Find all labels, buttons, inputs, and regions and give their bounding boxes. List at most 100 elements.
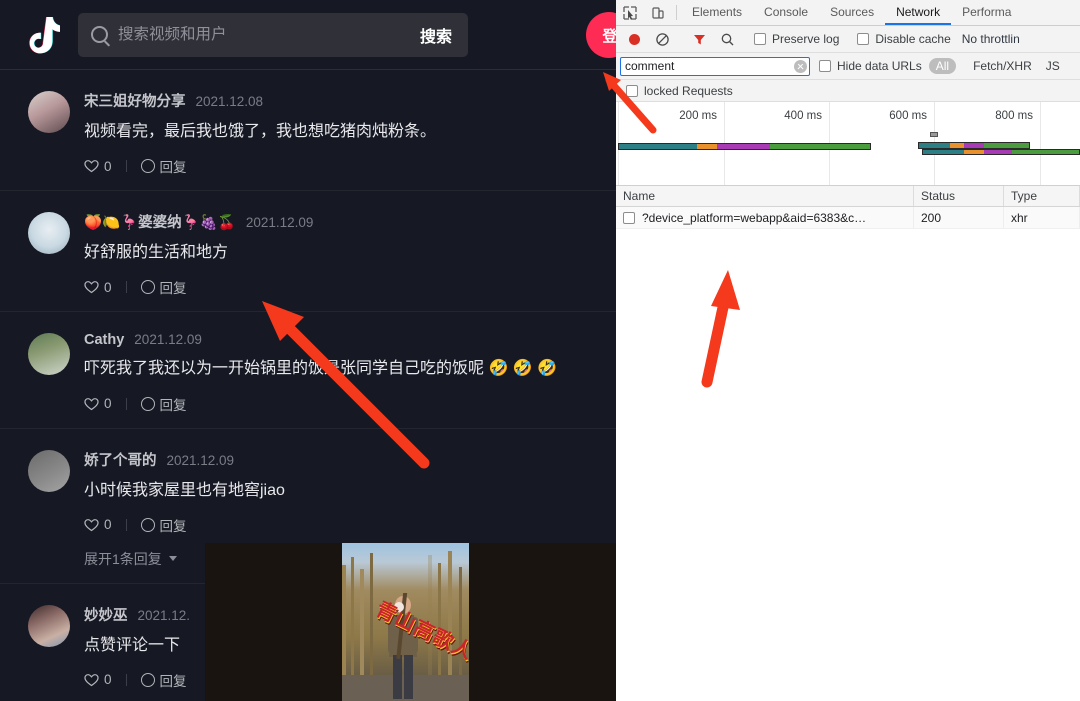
devtools-tabbar: Elements Console Sources Network Perform… (616, 0, 1080, 26)
disable-cache-box[interactable] (857, 33, 870, 45)
hide-data-urls-box[interactable] (819, 60, 831, 72)
reply-button[interactable]: 回复 (140, 156, 187, 176)
request-status: 200 (914, 207, 1004, 228)
avatar[interactable] (28, 333, 70, 376)
expand-replies-label: 展开1条回复 (84, 550, 162, 567)
reply-label: 回复 (159, 518, 187, 534)
throttling-select[interactable]: No throttlin (962, 32, 1020, 46)
login-button[interactable]: 登 (586, 12, 616, 58)
search-button[interactable]: 搜索 (418, 23, 454, 47)
like-button[interactable]: 0 (84, 396, 112, 411)
timeline-bar-3 (922, 149, 1080, 155)
clear-icon[interactable] (648, 32, 676, 46)
avatar[interactable] (28, 91, 70, 133)
reply-button[interactable]: 回复 (140, 277, 187, 297)
device-toolbar-icon[interactable] (644, 0, 672, 25)
tab-sources[interactable]: Sources (819, 0, 885, 25)
comment-body: 🍑🍋🦩婆婆纳🦩🍇🍒 2021.12.09 好舒服的生活和地方 0 回复 (84, 211, 600, 297)
tab-console[interactable]: Console (753, 0, 819, 25)
blocked-requests-checkbox[interactable]: locked Requests (626, 84, 733, 98)
blocked-requests-box[interactable] (626, 84, 638, 97)
comment-author[interactable]: 🍑🍋🦩婆婆纳🦩🍇🍒 (84, 211, 236, 232)
heart-icon (84, 281, 99, 294)
heart-icon (84, 160, 99, 173)
network-toolbar: Preserve log Disable cache No throttlin (616, 26, 1080, 53)
comment-body: 宋三姐好物分享 2021.12.08 视频看完，最后我也饿了，我也想吃猪肉炖粉条。 0… (84, 90, 600, 176)
filter-type-js[interactable]: JS (1039, 58, 1067, 74)
action-divider (125, 160, 127, 173)
hide-data-urls-checkbox[interactable]: Hide data URLs (819, 59, 922, 73)
douyin-header: 搜索 登 (0, 0, 616, 70)
disable-cache-checkbox[interactable]: Disable cache (857, 32, 951, 46)
like-button[interactable]: 0 (84, 280, 112, 295)
reply-button[interactable]: 回复 (140, 394, 187, 414)
reply-label: 回复 (159, 281, 187, 297)
filter-funnel-icon[interactable] (685, 33, 713, 46)
like-button[interactable]: 0 (84, 159, 112, 174)
like-button[interactable]: 0 (84, 517, 112, 532)
timeline-bar-2 (918, 142, 1030, 149)
douyin-logo-icon[interactable] (20, 12, 64, 58)
preserve-log-checkbox[interactable]: Preserve log (754, 32, 839, 46)
search-bar[interactable]: 搜索 (78, 12, 468, 57)
comment-date: 2021.12. (137, 607, 191, 623)
tab-elements[interactable]: Elements (681, 0, 753, 25)
reply-label: 回复 (159, 673, 187, 689)
row-checkbox[interactable] (623, 211, 635, 224)
preserve-log-box[interactable] (754, 33, 766, 45)
filter-input[interactable] (625, 59, 794, 73)
search-input[interactable] (118, 25, 418, 44)
comment-bubble-icon (140, 396, 155, 411)
comment-text: 视频看完，最后我也饿了，我也想吃猪肉炖粉条。 (84, 123, 437, 140)
record-icon[interactable] (620, 33, 648, 45)
like-button[interactable]: 0 (84, 672, 112, 687)
reply-label: 回复 (159, 397, 187, 413)
comment-body: Cathy 2021.12.09 吓死我了我还以为一开始锅里的饭是张同学自己吃的饭呢… (84, 332, 600, 413)
comment-author[interactable]: 妙妙巫 (84, 604, 128, 625)
column-header-status[interactable]: Status (914, 186, 1004, 206)
comment-bubble-icon (140, 280, 155, 295)
heart-icon (84, 674, 99, 687)
column-header-type[interactable]: Type (1004, 186, 1080, 206)
filter-type-fetch-xhr[interactable]: Fetch/XHR (966, 58, 1039, 74)
video-preview-overlay[interactable]: 青山高歌人 (205, 543, 616, 701)
tab-performance[interactable]: Performa (951, 0, 1022, 25)
clear-filter-icon[interactable] (794, 59, 807, 73)
comment-item[interactable]: 🍑🍋🦩婆婆纳🦩🍇🍒 2021.12.09 好舒服的生活和地方 0 回复 (0, 191, 616, 313)
comment-author[interactable]: 宋三姐好物分享 (84, 90, 186, 111)
blocked-requests-label: locked Requests (644, 83, 733, 98)
comment-text: 吓死我了我还以为一开始锅里的饭是张同学自己吃的饭呢 🤣 🤣 🤣 (84, 360, 558, 378)
preserve-log-label: Preserve log (772, 32, 840, 46)
timeline-bar-1 (618, 143, 871, 150)
timeline-tick-600ms: 600 ms (889, 110, 927, 122)
heart-icon (84, 518, 99, 532)
comment-author[interactable]: Cathy (84, 332, 124, 348)
comment-author[interactable]: 娇了个哥的 (84, 449, 157, 470)
avatar[interactable] (28, 212, 70, 255)
filter-type-all[interactable]: All (928, 58, 957, 74)
comment-date: 2021.12.08 (195, 94, 264, 109)
table-row[interactable]: ?device_platform=webapp&aid=6383&c… 200 … (616, 207, 1080, 229)
comment-bubble-icon (140, 672, 155, 687)
filter-input-wrap[interactable] (620, 56, 810, 76)
network-timeline-overview[interactable]: 200 ms 400 ms 600 ms 800 ms (616, 102, 1080, 186)
reply-button[interactable]: 回复 (140, 515, 187, 535)
action-divider (125, 673, 127, 686)
search-icon[interactable] (713, 33, 741, 46)
comment-actions: 0 回复 (84, 394, 600, 414)
comment-item[interactable]: 宋三姐好物分享 2021.12.08 视频看完，最后我也饿了，我也想吃猪肉炖粉条。 0… (0, 70, 616, 192)
reply-button[interactable]: 回复 (140, 670, 187, 690)
douyin-comment-panel: 搜索 登 宋三姐好物分享 2021.12.08 视频看完，最后我也饿了，我也想吃猪肉… (0, 0, 616, 701)
chevron-down-icon (168, 556, 177, 562)
tab-network[interactable]: Network (885, 0, 952, 25)
comment-item[interactable]: Cathy 2021.12.09 吓死我了我还以为一开始锅里的饭是张同学自己吃的饭呢… (0, 312, 616, 429)
avatar[interactable] (28, 604, 70, 647)
like-count: 0 (104, 517, 112, 533)
video-thumbnail[interactable]: 青山高歌人 (342, 543, 469, 701)
request-type: xhr (1004, 207, 1080, 228)
inspect-element-icon[interactable] (616, 0, 644, 25)
avatar[interactable] (28, 449, 70, 492)
column-header-name[interactable]: Name (616, 186, 914, 206)
timeline-tick-800ms: 800 ms (995, 110, 1033, 122)
comment-meta: Cathy 2021.12.09 (84, 332, 600, 348)
